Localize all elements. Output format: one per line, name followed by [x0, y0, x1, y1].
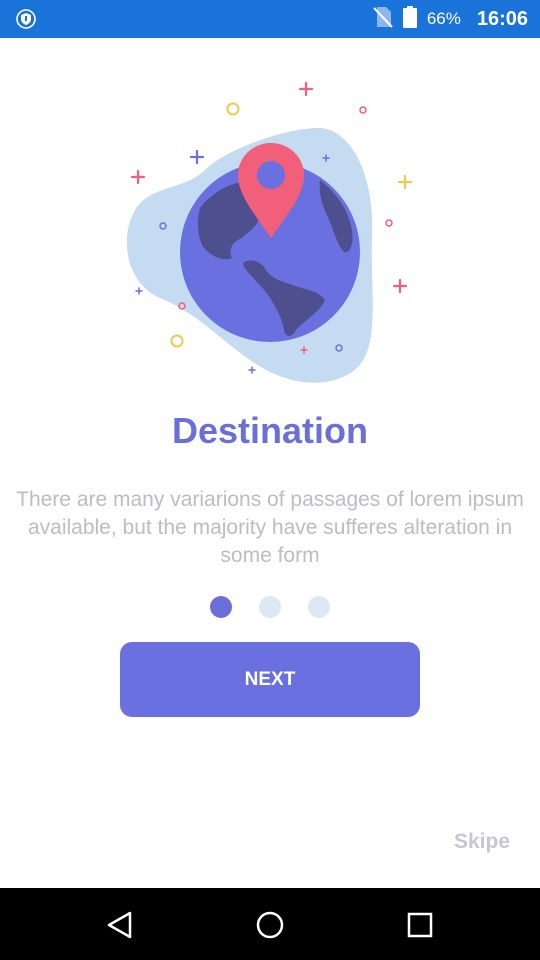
destination-illustration: [120, 75, 420, 385]
navigation-bar: [0, 888, 540, 960]
page-title: Destination: [171, 410, 368, 451]
page-indicator: [0, 596, 540, 618]
no-sim-icon: [373, 6, 393, 33]
page-dot-3[interactable]: [308, 596, 330, 618]
page-dot-2[interactable]: [259, 596, 281, 618]
status-bar: 66% 16:06: [0, 0, 540, 38]
clock: 16:06: [476, 7, 528, 30]
skip-button[interactable]: Skipe: [454, 830, 510, 854]
back-icon[interactable]: [105, 910, 135, 940]
page-description: There are many variarions of passages of…: [16, 488, 524, 567]
recents-icon[interactable]: [405, 910, 435, 940]
shield-icon: [16, 9, 36, 29]
battery-icon: [402, 5, 417, 33]
next-button[interactable]: NEXT: [120, 642, 420, 717]
home-icon[interactable]: [255, 910, 285, 940]
battery-percent: 66%: [426, 9, 461, 28]
page-dot-1[interactable]: [210, 596, 232, 618]
